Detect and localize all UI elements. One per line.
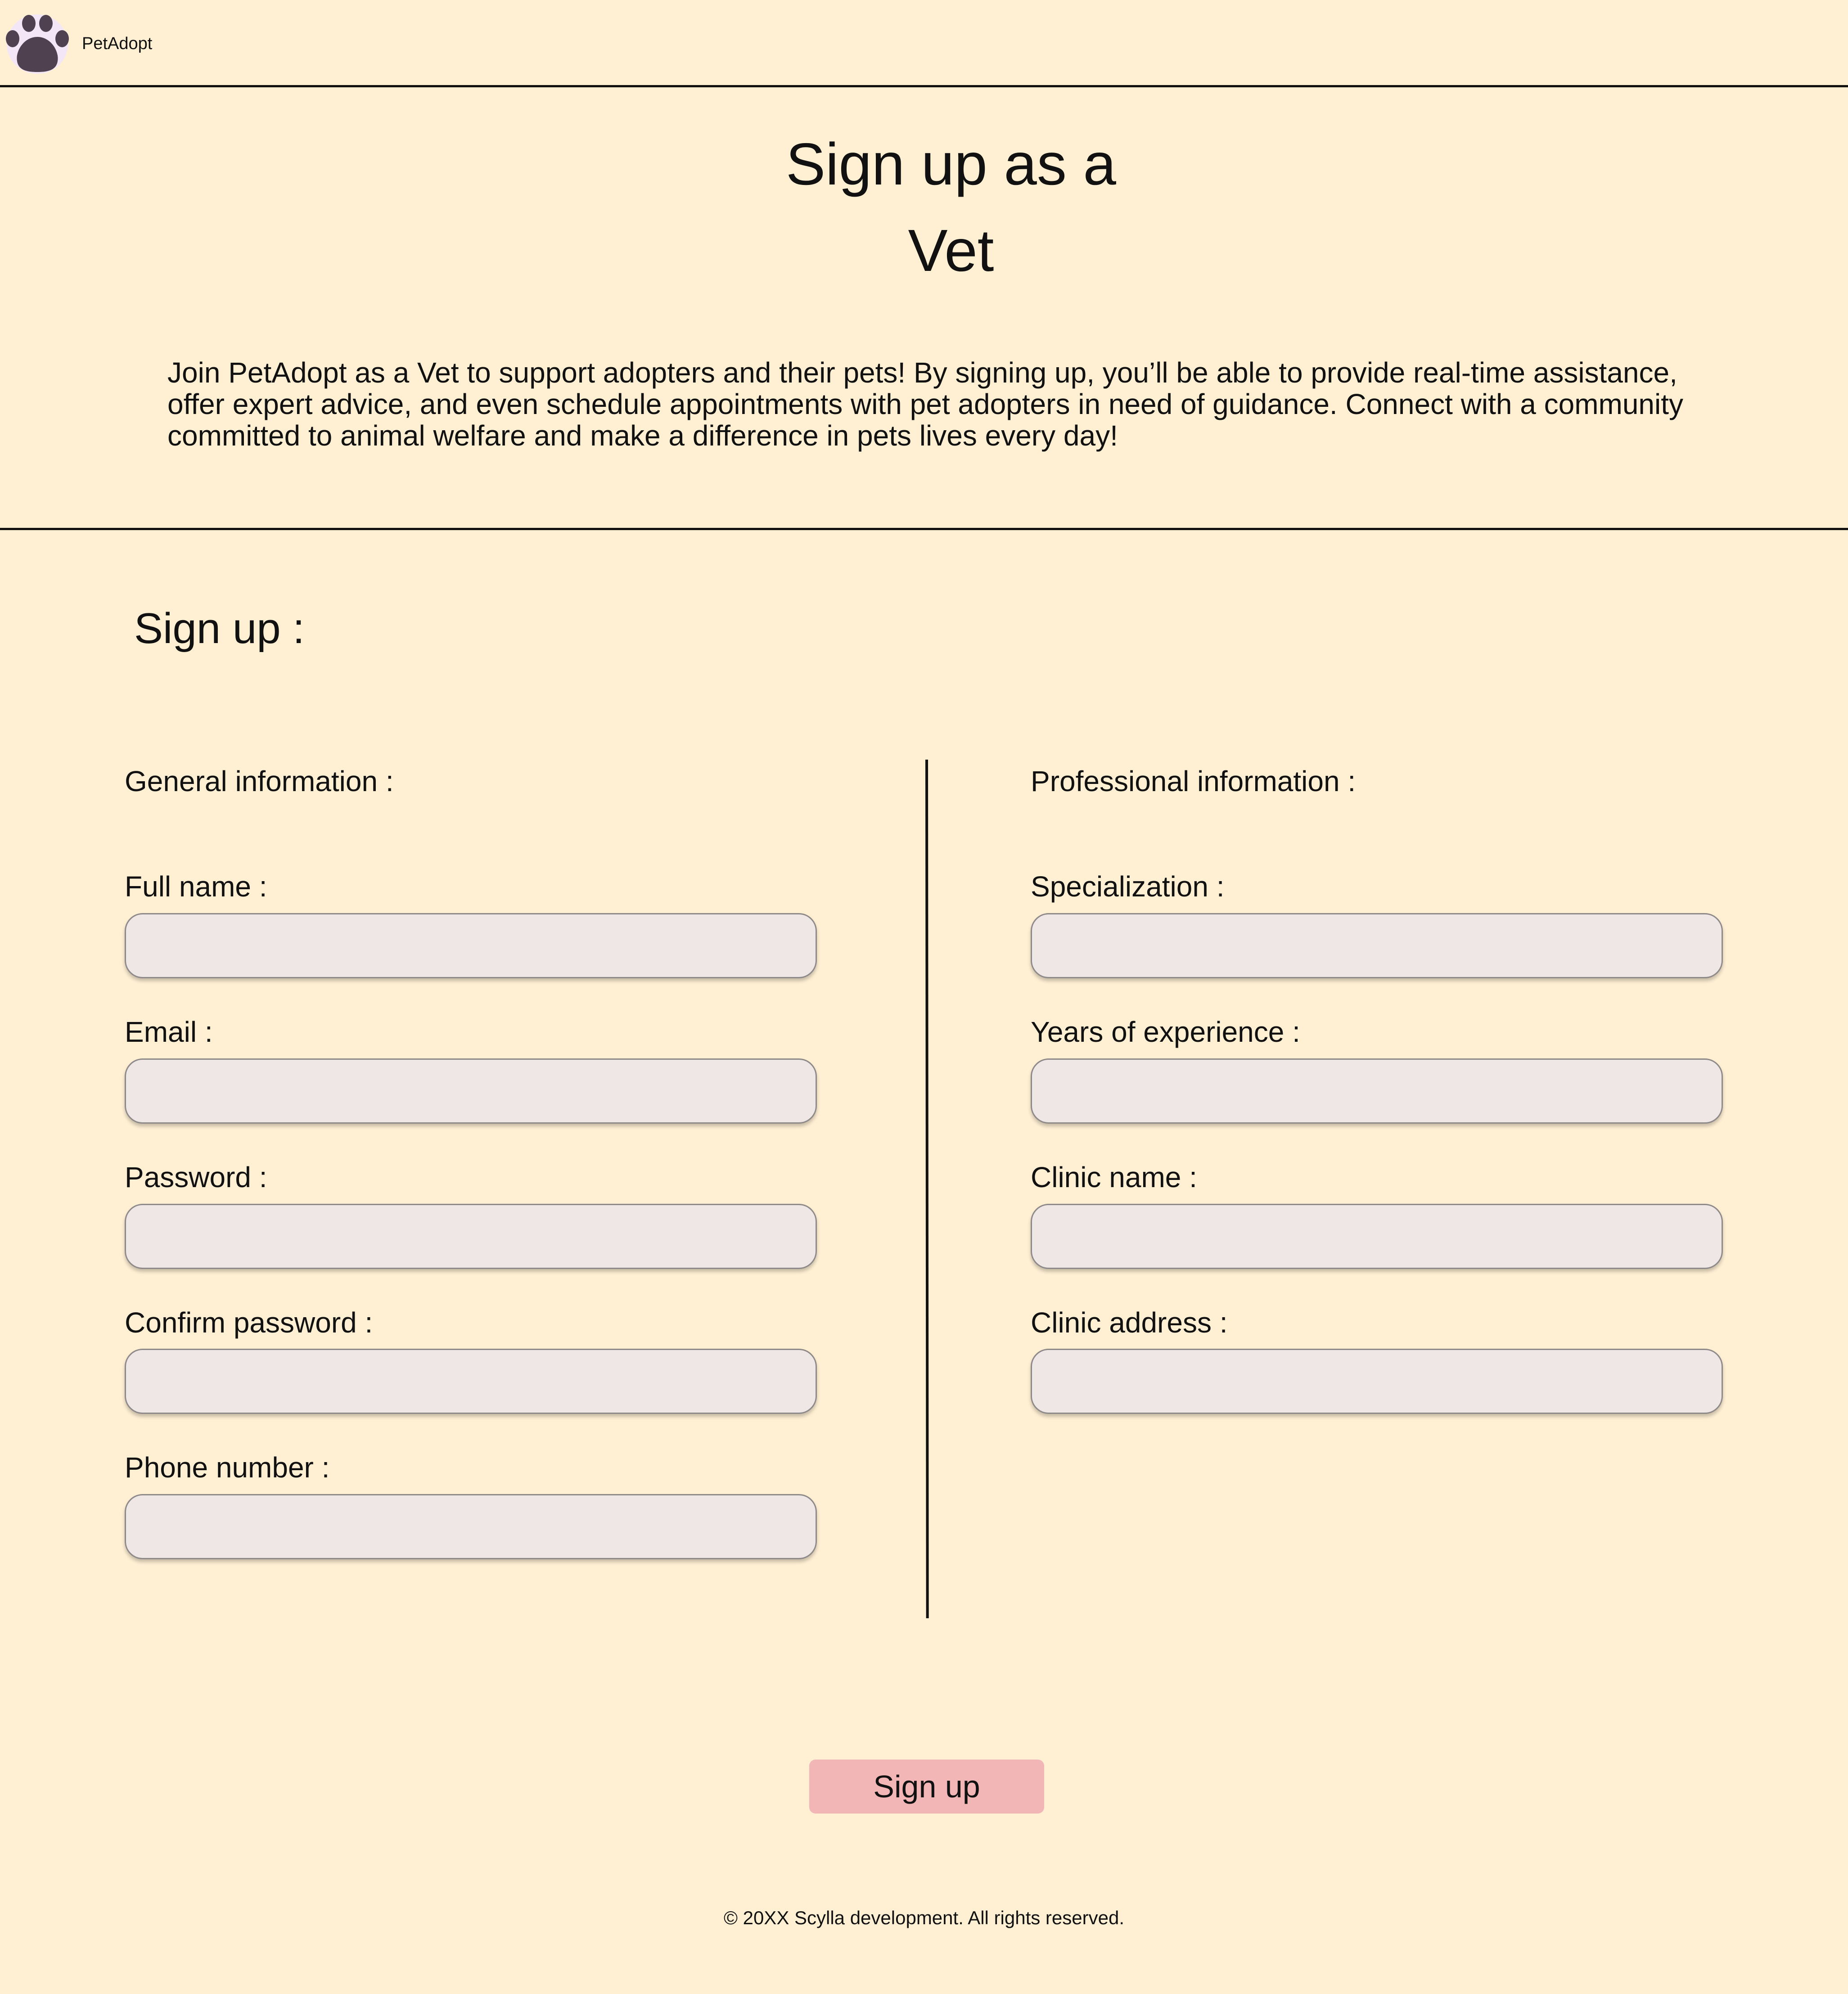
hero-section: Sign up as a Vet Join PetAdopt as a Vet … xyxy=(0,87,1848,530)
clinic-name-label: Clinic name : xyxy=(1031,1161,1197,1193)
phone-number-label: Phone number : xyxy=(125,1451,330,1484)
specialization-input[interactable] xyxy=(1031,913,1723,978)
page-title: Sign up as a Vet xyxy=(786,131,1116,284)
general-information-heading: General information : xyxy=(125,765,394,797)
confirm-password-label: Confirm password : xyxy=(125,1306,373,1339)
intro-description: Join PetAdopt as a Vet to support adopte… xyxy=(167,356,1683,452)
clinic-address-input[interactable] xyxy=(1031,1349,1723,1414)
password-label: Password : xyxy=(125,1161,267,1193)
full-name-input[interactable] xyxy=(125,913,817,978)
phone-number-input[interactable] xyxy=(125,1494,817,1559)
brand-name[interactable]: PetAdopt xyxy=(82,33,152,54)
email-label: Email : xyxy=(125,1016,213,1048)
signup-form-title: Sign up : xyxy=(134,604,305,653)
column-divider xyxy=(925,759,929,1618)
full-name-label: Full name : xyxy=(125,870,267,903)
specialization-label: Specialization : xyxy=(1031,870,1225,903)
footer-copyright: © 20XX Scylla development. All rights re… xyxy=(723,1907,1125,1928)
password-input[interactable] xyxy=(125,1204,817,1269)
confirm-password-input[interactable] xyxy=(125,1349,817,1414)
signup-button[interactable]: Sign up xyxy=(809,1760,1044,1814)
site-header: PetAdopt xyxy=(0,0,1848,87)
professional-information-heading: Professional information : xyxy=(1031,765,1356,797)
email-input[interactable] xyxy=(125,1058,817,1124)
paw-print-icon[interactable] xyxy=(4,12,71,77)
years-of-experience-input[interactable] xyxy=(1031,1058,1723,1124)
clinic-address-label: Clinic address : xyxy=(1031,1306,1228,1339)
years-of-experience-label: Years of experience : xyxy=(1031,1016,1300,1048)
clinic-name-input[interactable] xyxy=(1031,1204,1723,1269)
